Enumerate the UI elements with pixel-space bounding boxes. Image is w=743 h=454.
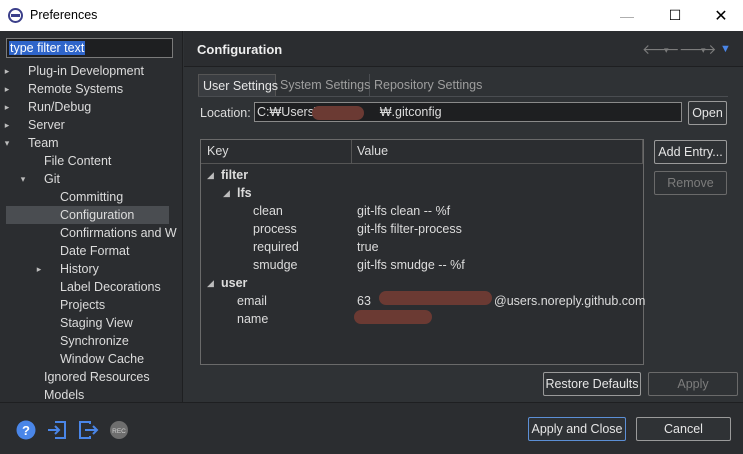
row-key: user bbox=[221, 276, 248, 290]
cancel-button[interactable]: Cancel bbox=[636, 417, 731, 441]
table-row[interactable]: ◢ lfs bbox=[201, 184, 643, 202]
import-icon[interactable] bbox=[46, 419, 68, 441]
row-key: email bbox=[237, 294, 267, 308]
table-row[interactable]: ◢ filter bbox=[201, 166, 643, 184]
tree-item-label: Run/Debug bbox=[28, 100, 92, 114]
help-icon[interactable]: ? bbox=[15, 419, 37, 441]
tree-item-label: Server bbox=[28, 118, 65, 132]
close-button[interactable]: ✕ bbox=[698, 0, 743, 31]
row-key: process bbox=[253, 222, 297, 236]
collapsed-twisty-icon[interactable]: ▸ bbox=[2, 62, 12, 80]
dialog-footer: ? REC Apply and Close Cancel bbox=[0, 402, 743, 454]
tree-item-label: Remote Systems bbox=[28, 82, 124, 96]
key-column-header[interactable]: Key bbox=[207, 144, 229, 158]
collapsed-twisty-icon[interactable]: ▸ bbox=[2, 98, 12, 116]
view-menu-icon[interactable]: ▼ bbox=[720, 43, 731, 55]
table-header: Key Value bbox=[201, 140, 643, 164]
record-icon[interactable]: REC bbox=[108, 419, 130, 441]
tree-item-label: Window Cache bbox=[60, 352, 145, 366]
preferences-tree-panel: type filter text ▸ Plug-in Development ▸ Re… bbox=[0, 31, 183, 402]
tree-item-label: Configuration bbox=[60, 208, 135, 222]
row-value: git-lfs filter-process bbox=[357, 222, 462, 236]
tree-item-label: Synchronize bbox=[60, 334, 129, 348]
row-key: name bbox=[237, 312, 269, 326]
expanded-twisty-icon[interactable]: ▾ bbox=[2, 134, 12, 152]
rec-label: REC bbox=[112, 428, 126, 435]
tab-user-settings[interactable]: User Settings bbox=[198, 74, 278, 96]
apply-and-close-button[interactable]: Apply and Close bbox=[528, 417, 626, 441]
tree-item-label: History bbox=[60, 262, 99, 276]
table-row[interactable]: clean git-lfs clean -- %f bbox=[201, 202, 643, 220]
expanded-twisty-icon[interactable]: ◢ bbox=[223, 184, 230, 202]
redaction-mark bbox=[379, 291, 492, 305]
row-value: 63 bbox=[357, 294, 371, 308]
row-key: smudge bbox=[253, 258, 298, 272]
add-entry-button[interactable]: Add Entry... bbox=[654, 140, 727, 164]
value-column-header[interactable]: Value bbox=[357, 144, 388, 158]
collapsed-twisty-icon[interactable]: ▸ bbox=[2, 80, 12, 98]
row-value: git-lfs smudge -- %f bbox=[357, 258, 465, 272]
tree-item-label: Models bbox=[44, 388, 85, 402]
filter-input-text: type filter text bbox=[9, 41, 86, 55]
tree-item-label: Git bbox=[44, 172, 60, 186]
table-row[interactable]: required true bbox=[201, 238, 643, 256]
back-arrow-icon[interactable]: 🡐 bbox=[642, 41, 680, 58]
apply-button[interactable]: Apply bbox=[648, 372, 738, 396]
remove-button[interactable]: Remove bbox=[654, 171, 727, 195]
tab-system-settings[interactable]: System Settings bbox=[276, 74, 370, 96]
tree-item-label: Confirmations and W bbox=[60, 226, 177, 240]
column-separator bbox=[351, 140, 352, 164]
back-menu-icon[interactable]: ▾ bbox=[664, 45, 669, 56]
expanded-twisty-icon[interactable]: ◢ bbox=[207, 166, 214, 184]
page-title: Configuration bbox=[197, 42, 283, 57]
title-bar: Preferences — ☐ ✕ bbox=[0, 0, 743, 31]
table-row[interactable]: process git-lfs filter-process bbox=[201, 220, 643, 238]
row-value-suffix: @users.noreply.github.com bbox=[494, 294, 646, 308]
tree-item-label: Ignored Resources bbox=[44, 370, 150, 384]
tree-item-label: Committing bbox=[60, 190, 124, 204]
tree-item-label: File Content bbox=[44, 154, 112, 168]
row-key: lfs bbox=[237, 186, 252, 200]
forward-menu-icon[interactable]: ▾ bbox=[701, 45, 706, 56]
tab-repository-settings[interactable]: Repository Settings bbox=[370, 74, 482, 96]
svg-text:?: ? bbox=[22, 423, 30, 438]
window-title: Preferences bbox=[30, 8, 98, 22]
page-header: Configuration 🡐 ▾ 🡒 ▾ ▼ bbox=[184, 31, 743, 67]
collapsed-twisty-icon[interactable]: ▸ bbox=[2, 116, 12, 134]
location-label: Location: bbox=[200, 106, 251, 120]
table-row[interactable]: ◢ user bbox=[201, 274, 643, 292]
expanded-twisty-icon[interactable]: ▾ bbox=[18, 170, 28, 188]
redaction-mark bbox=[354, 310, 432, 324]
minimize-button[interactable]: — bbox=[604, 0, 650, 31]
tree-item-label: Label Decorations bbox=[60, 280, 161, 294]
tree-item-label: Projects bbox=[60, 298, 106, 312]
maximize-button[interactable]: ☐ bbox=[652, 0, 698, 31]
tree-item-label: Team bbox=[28, 136, 59, 150]
column-separator bbox=[642, 140, 643, 164]
table-row[interactable]: smudge git-lfs smudge -- %f bbox=[201, 256, 643, 274]
row-value: true bbox=[357, 240, 379, 254]
tree-item-label: Plug-in Development bbox=[28, 64, 145, 78]
forward-arrow-icon[interactable]: 🡒 bbox=[679, 41, 717, 58]
row-value: git-lfs clean -- %f bbox=[357, 204, 451, 218]
tree-item-label: Date Format bbox=[60, 244, 130, 258]
open-button[interactable]: Open bbox=[688, 101, 727, 125]
tree-item[interactable]: Configuration bbox=[6, 206, 169, 224]
redaction-mark bbox=[312, 106, 364, 120]
row-key: clean bbox=[253, 204, 283, 218]
collapsed-twisty-icon[interactable]: ▸ bbox=[34, 260, 44, 278]
eclipse-icon bbox=[8, 8, 23, 23]
tab-divider bbox=[198, 96, 728, 97]
expanded-twisty-icon[interactable]: ◢ bbox=[207, 274, 214, 292]
config-table[interactable]: Key Value ◢ filter ◢ lfs clean git-lfs clean … bbox=[200, 139, 646, 365]
restore-defaults-button[interactable]: Restore Defaults bbox=[543, 372, 641, 396]
row-key: required bbox=[253, 240, 299, 254]
location-suffix: ₩.gitconfig bbox=[379, 105, 442, 119]
filter-input[interactable]: type filter text bbox=[6, 38, 173, 58]
tree-item-label: Staging View bbox=[60, 316, 133, 330]
configuration-page: Configuration 🡐 ▾ 🡒 ▾ ▼ User Settings Sy… bbox=[184, 31, 743, 402]
row-key: filter bbox=[221, 168, 249, 182]
export-icon[interactable] bbox=[77, 419, 99, 441]
